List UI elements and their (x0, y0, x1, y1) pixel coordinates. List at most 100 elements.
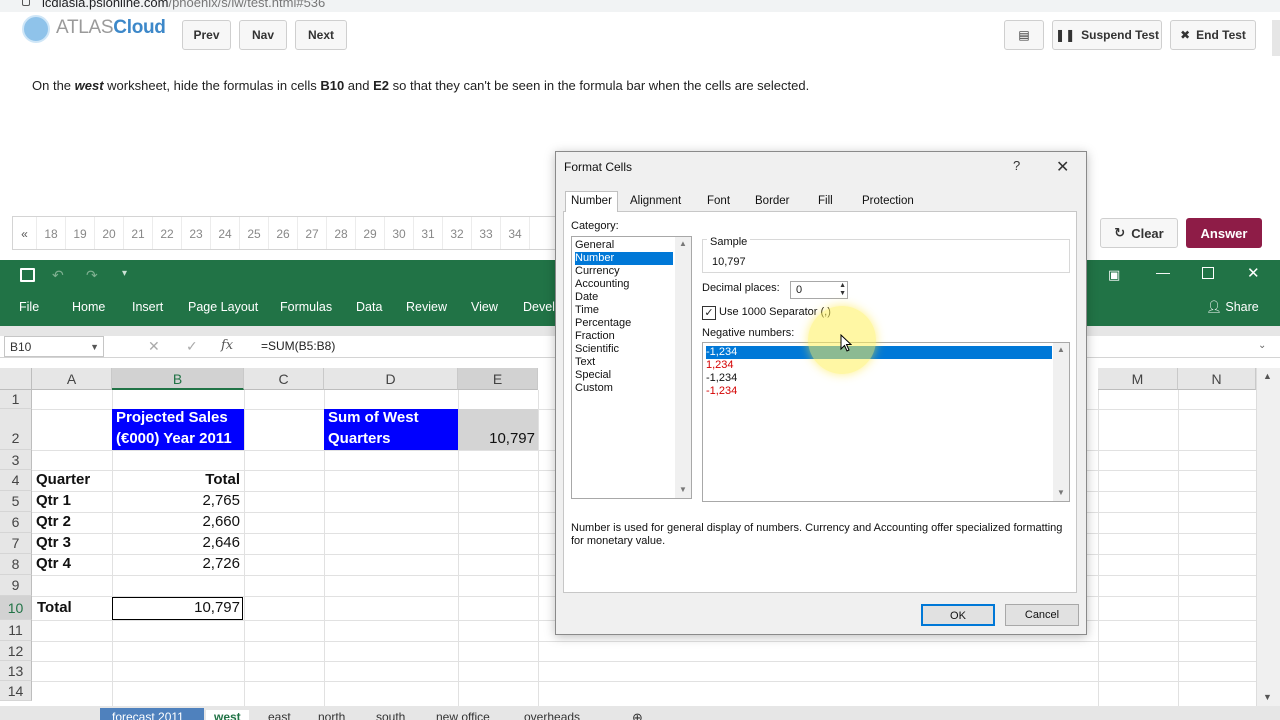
customize-qat-icon[interactable]: ▾ (122, 268, 127, 279)
tab-data[interactable]: Data (356, 300, 382, 314)
question-nav-item[interactable]: 22 (153, 217, 182, 249)
tab-page-layout[interactable]: Page Layout (188, 300, 258, 314)
tab-protection[interactable]: Protection (862, 195, 914, 207)
row-header[interactable]: 14 (0, 681, 32, 701)
end-test-button[interactable]: ✖ End Test (1170, 20, 1256, 50)
column-header-c[interactable]: C (244, 368, 324, 390)
cell-b5[interactable]: 2,765 (112, 492, 240, 509)
spin-arrows-icon[interactable]: ▲ ▼ (839, 282, 846, 298)
row-header[interactable]: 9 (0, 575, 32, 596)
cell-b7[interactable]: 2,646 (112, 534, 240, 551)
question-nav-item[interactable]: 18 (37, 217, 66, 249)
question-nav-item[interactable]: 32 (443, 217, 472, 249)
confirm-entry-icon[interactable]: ✓ (186, 338, 198, 355)
cell-b8[interactable]: 2,726 (112, 555, 240, 572)
question-nav-item[interactable]: 25 (240, 217, 269, 249)
category-item[interactable]: Scientific (575, 343, 673, 356)
use-1000-separator-label[interactable]: Use 1000 Separator (,) (719, 306, 831, 318)
category-item[interactable]: Accounting (575, 278, 673, 291)
clear-button[interactable]: ↻ Clear (1100, 218, 1178, 248)
scroll-down-icon[interactable]: ▼ (1057, 488, 1065, 497)
tab-home[interactable]: Home (72, 300, 105, 314)
question-nav-item[interactable]: 28 (327, 217, 356, 249)
expand-formula-icon[interactable]: ⌄ (1258, 340, 1266, 351)
share-button[interactable]: 👤︎ Share (1206, 300, 1259, 315)
ribbon-display-icon[interactable]: ▣ (1108, 267, 1120, 283)
next-button[interactable]: Next (295, 20, 347, 50)
category-item[interactable]: Percentage (575, 317, 673, 330)
tab-fill[interactable]: Fill (818, 195, 833, 207)
formula-input[interactable]: =SUM(B5:B8) (261, 339, 335, 353)
address-bar[interactable]: icdlasia.psionline.com/phoenix/s/lw/test… (0, 0, 1280, 12)
cell-a5[interactable]: Qtr 1 (36, 492, 71, 509)
cell-a4[interactable]: Quarter (36, 471, 90, 488)
sheet-tab-south[interactable]: south (376, 710, 405, 720)
question-nav-item[interactable]: 26 (269, 217, 298, 249)
sheet-tab-north[interactable]: north (318, 710, 345, 720)
row-header[interactable]: 5 (0, 491, 32, 512)
scroll-up-icon[interactable]: ▲ (1057, 345, 1065, 354)
question-nav-item[interactable]: 27 (298, 217, 327, 249)
page-scrollbar[interactable] (1272, 20, 1280, 56)
insert-function-icon[interactable]: fx (221, 338, 233, 353)
sheet-tab-overheads[interactable]: overheads (524, 710, 580, 720)
category-item[interactable]: Text (575, 356, 673, 369)
vertical-scrollbar[interactable]: ▲ ▼ (1256, 368, 1280, 708)
tab-alignment[interactable]: Alignment (630, 195, 681, 207)
tab-view[interactable]: View (471, 300, 498, 314)
column-header-n[interactable]: N (1178, 368, 1256, 390)
select-all-corner[interactable] (0, 368, 32, 390)
row-header[interactable]: 11 (0, 620, 32, 641)
category-item[interactable]: Currency (575, 265, 673, 278)
row-header[interactable]: 1 (0, 390, 32, 409)
category-item[interactable]: Date (575, 291, 673, 304)
row-header[interactable]: 10 (0, 596, 32, 620)
category-item[interactable]: Time (575, 304, 673, 317)
save-icon[interactable] (20, 268, 35, 282)
notes-button[interactable]: ▤ (1004, 20, 1044, 50)
tab-border[interactable]: Border (755, 195, 790, 207)
maximize-icon[interactable] (1202, 267, 1214, 279)
column-header-e[interactable]: E (458, 368, 538, 390)
cell-a6[interactable]: Qtr 2 (36, 513, 71, 530)
question-nav-item[interactable]: 33 (472, 217, 501, 249)
row-header[interactable]: 6 (0, 512, 32, 533)
row-header[interactable]: 7 (0, 533, 32, 554)
scroll-up-icon[interactable]: ▲ (679, 239, 687, 248)
category-item[interactable]: General (575, 239, 673, 252)
column-header-m[interactable]: M (1098, 368, 1178, 390)
question-nav-item[interactable]: 30 (385, 217, 414, 249)
row-header[interactable]: 2 (0, 409, 32, 450)
row-header[interactable]: 13 (0, 661, 32, 681)
question-nav-item[interactable]: 19 (66, 217, 95, 249)
question-nav-item[interactable]: 20 (95, 217, 124, 249)
tab-insert[interactable]: Insert (132, 300, 163, 314)
tab-number[interactable]: Number (565, 191, 618, 212)
negative-numbers-list[interactable] (702, 342, 1070, 502)
cell-b6[interactable]: 2,660 (112, 513, 240, 530)
undo-icon[interactable]: ↶ (52, 267, 64, 284)
question-nav-first[interactable]: « (13, 217, 37, 249)
column-header-a[interactable]: A (32, 368, 112, 390)
column-header-b[interactable]: B (112, 368, 244, 390)
sheet-tab-west[interactable]: west (206, 710, 249, 720)
name-box[interactable]: B10 ▼ (4, 336, 104, 357)
question-nav-item[interactable]: 29 (356, 217, 385, 249)
prev-button[interactable]: Prev (182, 20, 231, 50)
cell-a7[interactable]: Qtr 3 (36, 534, 71, 551)
category-scrollbar[interactable]: ▲ ▼ (675, 237, 691, 498)
negative-option[interactable]: -1,234 (706, 372, 737, 385)
cell-a8[interactable]: Qtr 4 (36, 555, 71, 572)
row-header[interactable]: 4 (0, 470, 32, 491)
question-nav-item[interactable]: 23 (182, 217, 211, 249)
category-item[interactable]: Custom (575, 382, 673, 395)
category-item-selected[interactable]: Number (575, 252, 673, 265)
question-nav-item[interactable]: 21 (124, 217, 153, 249)
tab-file[interactable]: File (19, 300, 39, 314)
row-header[interactable]: 12 (0, 641, 32, 661)
cancel-button[interactable]: Cancel (1005, 604, 1079, 626)
nav-button[interactable]: Nav (239, 20, 287, 50)
category-item[interactable]: Special (575, 369, 673, 382)
sheet-tab-new-office[interactable]: new office (436, 710, 490, 720)
question-nav-item[interactable]: 34 (501, 217, 530, 249)
